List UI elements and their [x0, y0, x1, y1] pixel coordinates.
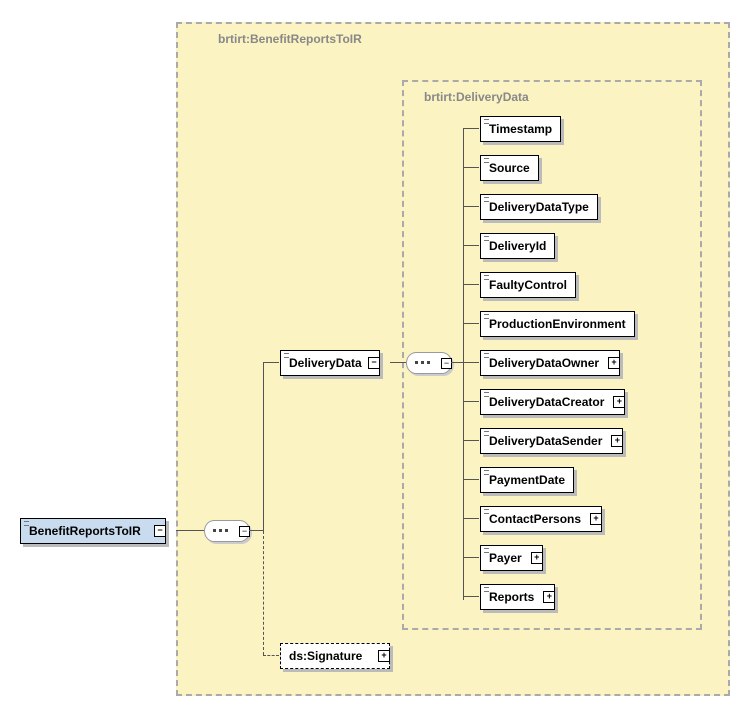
collapse-toggle[interactable]: − — [368, 357, 380, 369]
element-marker-icon — [24, 521, 29, 526]
element-faultycontrol[interactable]: FaultyControl — [480, 272, 576, 298]
element-label: Reports — [481, 585, 542, 609]
element-paymentdate[interactable]: PaymentDate — [480, 467, 574, 493]
element-marker-icon — [284, 353, 289, 358]
connector — [463, 479, 479, 480]
element-timestamp[interactable]: Timestamp — [480, 116, 561, 142]
element-label: DeliveryId — [481, 234, 554, 258]
element-label: Source — [481, 156, 538, 180]
connector — [463, 323, 479, 324]
connector-dashed — [263, 531, 264, 655]
element-marker-icon — [484, 236, 489, 241]
element-marker-icon — [484, 314, 489, 319]
expand-toggle[interactable]: + — [378, 650, 390, 662]
connector-dashed — [263, 655, 279, 656]
element-delivery-data[interactable]: DeliveryData − — [280, 350, 380, 376]
connector — [463, 128, 479, 129]
element-label: DeliveryDataSender — [481, 429, 610, 453]
element-contactpersons[interactable]: ContactPersons+ — [480, 506, 602, 532]
expand-toggle[interactable]: + — [590, 513, 602, 525]
sequence-dots-icon — [415, 361, 435, 365]
element-marker-icon — [484, 392, 489, 397]
element-marker-icon — [484, 275, 489, 280]
connector — [451, 362, 463, 363]
element-marker-icon — [484, 119, 489, 124]
element-label: FaultyControl — [481, 273, 575, 297]
element-label: DeliveryDataType — [481, 195, 597, 219]
connector — [463, 284, 479, 285]
element-productionenvironment[interactable]: ProductionEnvironment — [480, 311, 635, 337]
connector — [176, 530, 204, 531]
element-label: ContactPersons — [481, 507, 589, 531]
element-reports[interactable]: Reports+ — [480, 584, 555, 610]
expand-toggle[interactable]: + — [611, 435, 623, 447]
connector — [263, 362, 279, 363]
connector — [463, 440, 479, 441]
element-label: DeliveryDataCreator — [481, 390, 612, 414]
connector — [463, 206, 479, 207]
collapse-toggle[interactable]: − — [441, 358, 452, 369]
element-marker-icon — [484, 431, 489, 436]
connector — [463, 167, 479, 168]
sequence-dots-icon — [213, 529, 233, 533]
element-signature[interactable]: ds:Signature + — [280, 643, 390, 669]
connector — [463, 362, 479, 363]
collapse-toggle[interactable]: − — [154, 525, 166, 537]
sequence-connector-root[interactable]: − — [204, 520, 250, 542]
element-marker-icon — [484, 158, 489, 163]
sequence-connector-deliverydata[interactable]: − — [406, 352, 452, 374]
outer-namespace-label: brtirt:BenefitReportsToIR — [218, 32, 362, 46]
connector — [463, 518, 479, 519]
element-marker-icon — [484, 470, 489, 475]
element-marker-icon — [484, 509, 489, 514]
expand-toggle[interactable]: + — [543, 591, 555, 603]
connector — [463, 245, 479, 246]
element-label: ds:Signature — [281, 644, 389, 668]
element-marker-icon — [484, 353, 489, 358]
element-deliverydatatype[interactable]: DeliveryDataType — [480, 194, 598, 220]
element-marker-icon — [484, 548, 489, 553]
element-label: BenefitReportsToIR — [21, 519, 165, 543]
connector — [249, 530, 263, 531]
inner-namespace-label: brtirt:DeliveryData — [424, 90, 529, 104]
element-benefit-reports-to-ir[interactable]: BenefitReportsToIR − — [20, 518, 166, 544]
connector — [463, 557, 479, 558]
element-marker-icon — [484, 587, 489, 592]
element-label: DeliveryData — [281, 351, 379, 375]
connector — [463, 596, 479, 597]
diagram-canvas: brtirt:BenefitReportsToIR brtirt:Deliver… — [0, 0, 737, 709]
element-label: Timestamp — [481, 117, 560, 141]
connector — [263, 362, 264, 531]
element-label: DeliveryDataOwner — [481, 351, 607, 375]
element-label: PaymentDate — [481, 468, 573, 492]
connector — [463, 128, 464, 600]
element-deliverydatacreator[interactable]: DeliveryDataCreator+ — [480, 389, 625, 415]
expand-toggle[interactable]: + — [613, 396, 625, 408]
collapse-toggle[interactable]: − — [239, 526, 250, 537]
element-deliverydataowner[interactable]: DeliveryDataOwner+ — [480, 350, 620, 376]
expand-toggle[interactable]: + — [531, 552, 543, 564]
connector — [390, 362, 406, 363]
element-deliverydatasender[interactable]: DeliveryDataSender+ — [480, 428, 623, 454]
element-marker-icon — [484, 197, 489, 202]
element-source[interactable]: Source — [480, 155, 539, 181]
connector — [463, 401, 479, 402]
element-deliveryid[interactable]: DeliveryId — [480, 233, 555, 259]
element-payer[interactable]: Payer+ — [480, 545, 543, 571]
element-label: ProductionEnvironment — [481, 312, 634, 336]
expand-toggle[interactable]: + — [608, 357, 620, 369]
